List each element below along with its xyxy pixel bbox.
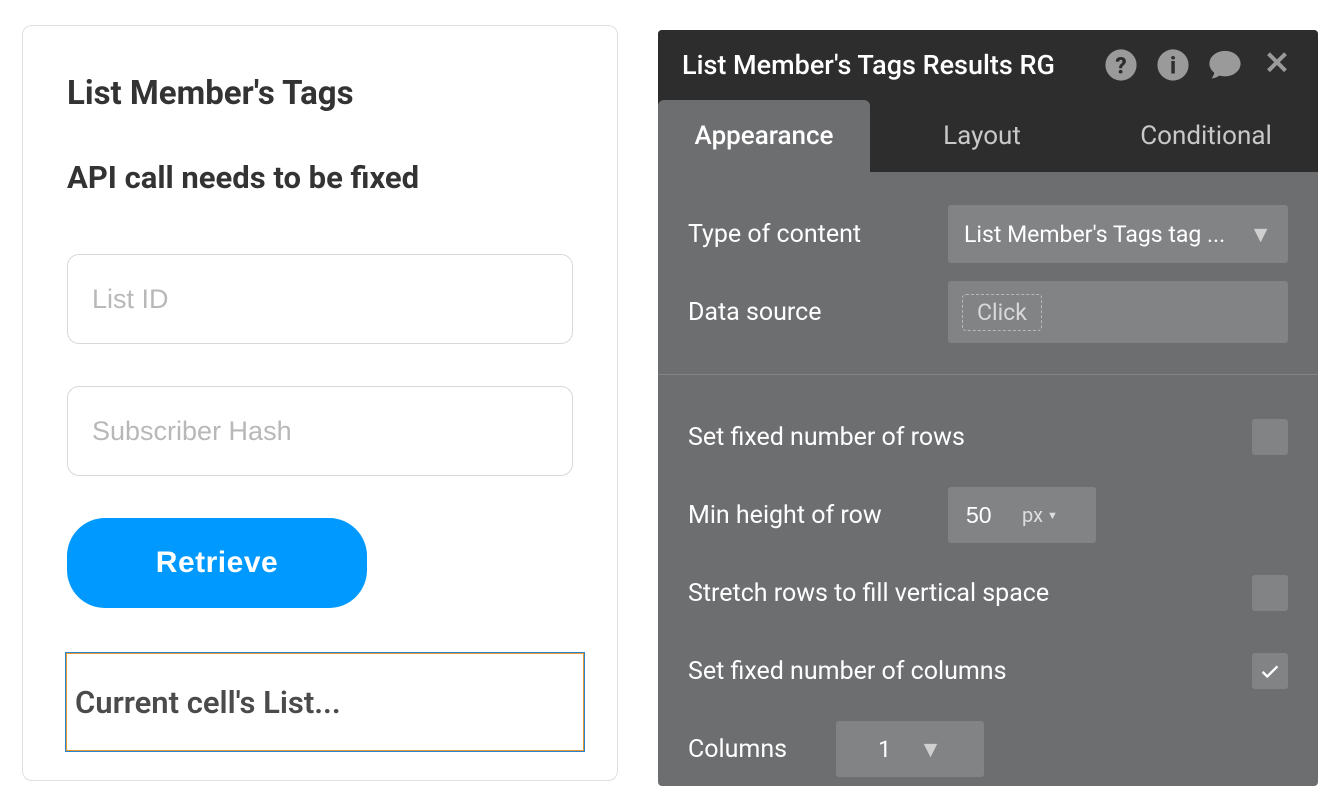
panel-header: List Member's Tags Results RG ? i <box>658 30 1318 100</box>
checkbox-stretch-rows[interactable] <box>1252 575 1288 611</box>
label-stretch-rows: Stretch rows to fill vertical space <box>688 579 1252 608</box>
row-data-source: Data source Click <box>688 280 1288 344</box>
label-data-source: Data source <box>688 298 948 327</box>
help-icon[interactable]: ? <box>1104 48 1138 82</box>
subscriber-hash-input[interactable] <box>67 386 573 476</box>
row-type-of-content: Type of content List Member's Tags tag .… <box>688 202 1288 266</box>
header-icons: ? i <box>1104 48 1294 82</box>
data-source-click[interactable]: Click <box>962 294 1042 331</box>
section-data: Type of content List Member's Tags tag .… <box>658 172 1318 374</box>
row-columns: Columns 1 ▼ <box>688 717 1288 781</box>
card-title: List Member's Tags <box>67 74 573 113</box>
min-height-control: px ▼ <box>948 487 1096 543</box>
comment-icon[interactable] <box>1208 48 1242 82</box>
repeating-group-cell[interactable]: Current cell's List... <box>65 652 585 752</box>
data-source-box[interactable]: Click <box>948 281 1288 343</box>
dropdown-columns[interactable]: 1 ▼ <box>836 721 984 777</box>
chevron-down-icon: ▼ <box>919 736 942 763</box>
cell-text: Current cell's List... <box>75 684 341 721</box>
min-height-input[interactable] <box>966 502 1022 529</box>
checkbox-fixed-rows[interactable] <box>1252 419 1288 455</box>
dropdown-type-of-content-value: List Member's Tags tag ... <box>964 221 1249 248</box>
left-card: List Member's Tags API call needs to be … <box>22 25 618 781</box>
row-stretch-rows: Stretch rows to fill vertical space <box>688 561 1288 625</box>
card-subtitle: API call needs to be fixed <box>67 159 573 196</box>
row-fixed-cols: Set fixed number of columns <box>688 639 1288 703</box>
tab-conditional[interactable]: Conditional <box>1094 100 1318 172</box>
info-icon[interactable]: i <box>1156 48 1190 82</box>
columns-value: 1 <box>878 736 891 763</box>
row-min-height: Min height of row px ▼ <box>688 483 1288 547</box>
panel-body: Type of content List Member's Tags tag .… <box>658 172 1318 786</box>
tab-layout[interactable]: Layout <box>870 100 1094 172</box>
list-id-input[interactable] <box>67 254 573 344</box>
label-type-of-content: Type of content <box>688 220 948 249</box>
section-layout: Set fixed number of rows Min height of r… <box>658 374 1318 786</box>
tab-row: Appearance Layout Conditional <box>658 100 1318 172</box>
dropdown-type-of-content[interactable]: List Member's Tags tag ... ▼ <box>948 205 1288 263</box>
chevron-down-icon: ▼ <box>1249 221 1272 248</box>
retrieve-button[interactable]: Retrieve <box>67 518 367 608</box>
label-fixed-rows: Set fixed number of rows <box>688 423 1252 452</box>
label-columns: Columns <box>688 735 808 764</box>
row-fixed-rows: Set fixed number of rows <box>688 405 1288 469</box>
chevron-down-icon: ▼ <box>1047 509 1058 522</box>
checkbox-fixed-cols[interactable] <box>1252 653 1288 689</box>
panel-title: List Member's Tags Results RG <box>682 49 1104 81</box>
property-panel: List Member's Tags Results RG ? i Appear… <box>658 30 1318 786</box>
svg-text:?: ? <box>1115 53 1126 80</box>
svg-text:i: i <box>1170 53 1176 80</box>
min-height-unit[interactable]: px ▼ <box>1022 503 1058 527</box>
close-icon[interactable] <box>1260 48 1294 82</box>
tab-appearance[interactable]: Appearance <box>658 100 870 172</box>
label-min-height: Min height of row <box>688 501 948 530</box>
label-fixed-cols: Set fixed number of columns <box>688 657 1252 686</box>
